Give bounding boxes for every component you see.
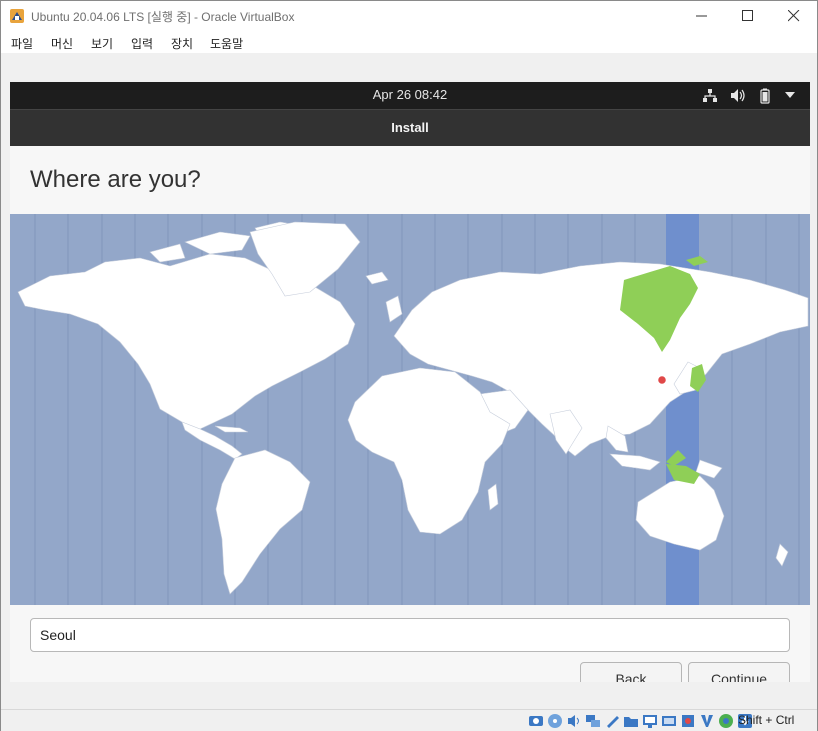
hard-disk-icon[interactable]: [528, 713, 544, 729]
installer-header: Install: [10, 109, 810, 146]
display-icon[interactable]: [642, 713, 658, 729]
menu-file[interactable]: 파일: [11, 35, 33, 52]
menu-machine[interactable]: 머신: [51, 35, 73, 52]
menu-help[interactable]: 도움말: [210, 35, 243, 52]
virtualization-icon[interactable]: [699, 713, 715, 729]
optical-drive-icon[interactable]: [547, 713, 563, 729]
usb-icon[interactable]: [604, 713, 620, 729]
ubuntu-top-bar: Apr 26 08:42: [10, 82, 810, 109]
installer-title: Install: [391, 120, 429, 135]
location-input[interactable]: [30, 618, 790, 652]
host-key-label: Shift + Ctrl: [738, 713, 795, 727]
installer-content: Where are you? Seoul Back Continue: [10, 146, 810, 682]
device-icons: [528, 713, 753, 729]
virtualbox-window: Ubuntu 20.04.06 LTS [실행 중] - Oracle Virt…: [0, 0, 818, 731]
title-bar[interactable]: Ubuntu 20.04.06 LTS [실행 중] - Oracle Virt…: [1, 1, 817, 31]
continue-button[interactable]: Continue: [688, 662, 790, 682]
menu-bar: 파일 머신 보기 입력 장치 도움말: [1, 31, 817, 53]
menu-view[interactable]: 보기: [91, 35, 113, 52]
network-icon[interactable]: [702, 88, 718, 103]
status-bar: Shift + Ctrl: [1, 709, 817, 731]
menu-devices[interactable]: 장치: [171, 35, 193, 52]
network-adapter-icon[interactable]: [585, 713, 601, 729]
menu-input[interactable]: 입력: [131, 35, 153, 52]
close-icon: [788, 10, 800, 22]
guest-additions-icon[interactable]: [718, 713, 734, 729]
maximize-button[interactable]: [725, 1, 771, 31]
volume-icon[interactable]: [730, 88, 746, 103]
minimize-icon: [696, 15, 707, 17]
audio-icon[interactable]: [566, 713, 582, 729]
city-marker-icon: [656, 374, 668, 386]
video-capture-icon[interactable]: [661, 713, 677, 729]
recording-icon[interactable]: [680, 713, 696, 729]
virtualbox-app-icon: [10, 9, 24, 23]
page-heading: Where are you?: [30, 166, 201, 193]
timezone-map[interactable]: [10, 214, 810, 605]
vm-display: Apr 26 08:42 Install Where are you? Seou…: [1, 53, 817, 709]
back-button[interactable]: Back: [580, 662, 682, 682]
clock[interactable]: Apr 26 08:42: [10, 87, 810, 102]
system-menu-arrow-icon[interactable]: [785, 92, 795, 99]
close-button[interactable]: [771, 1, 817, 31]
battery-icon[interactable]: [758, 88, 774, 104]
window-title: Ubuntu 20.04.06 LTS [실행 중] - Oracle Virt…: [31, 10, 295, 24]
maximize-icon: [742, 10, 753, 21]
shared-folders-icon[interactable]: [623, 713, 639, 729]
minimize-button[interactable]: [679, 1, 725, 31]
